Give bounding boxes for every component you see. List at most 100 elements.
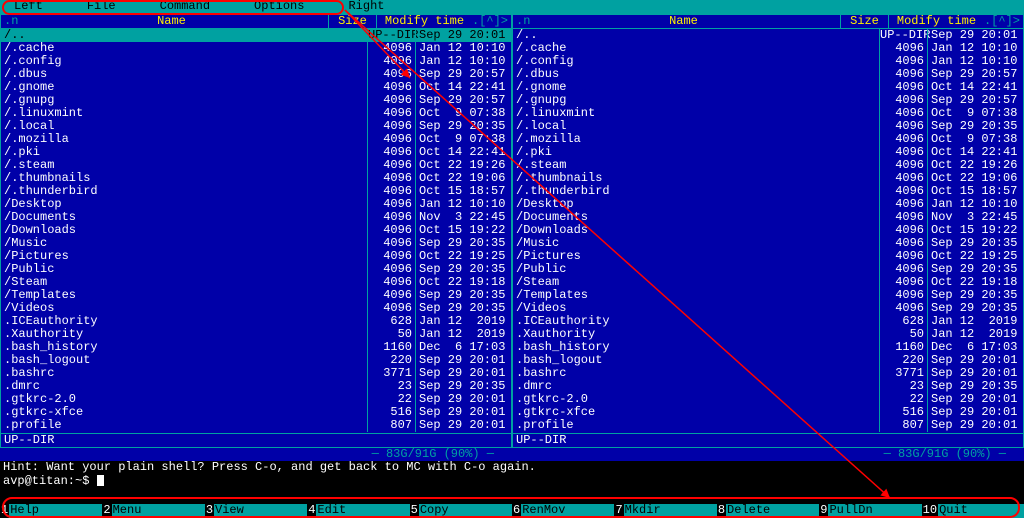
list-item[interactable]: .profile807Sep 29 20:01	[1, 419, 511, 432]
file-name: /Music	[513, 237, 879, 250]
file-name: /..	[513, 29, 879, 42]
file-name: /Pictures	[513, 250, 879, 263]
fkey-label: Quit	[938, 504, 968, 518]
file-name: /.thumbnails	[513, 172, 879, 185]
file-name: /.thumbnails	[1, 172, 367, 185]
file-name: /.gnome	[513, 81, 879, 94]
fkey-label: Menu	[112, 504, 142, 518]
file-name: /Desktop	[1, 198, 367, 211]
file-name: .bash_history	[513, 341, 879, 354]
file-name: .gtkrc-2.0	[1, 393, 367, 406]
file-name: /.pki	[1, 146, 367, 159]
header-corner[interactable]: .[^]>	[984, 15, 1023, 28]
header-name[interactable]: Name	[527, 15, 840, 28]
menu-file[interactable]: File	[87, 0, 116, 14]
file-name: /Downloads	[1, 224, 367, 237]
file-name: .ICEauthority	[513, 315, 879, 328]
file-name: /.mozilla	[513, 133, 879, 146]
fkey-label: Delete	[726, 504, 770, 518]
right-status: UP--DIR	[513, 433, 1023, 447]
file-mtime: Sep 29 20:01	[415, 419, 511, 432]
fkey-delete[interactable]: 8Delete	[717, 504, 819, 518]
fkey-num: 2	[102, 504, 111, 518]
file-name: /.linuxmint	[1, 107, 367, 120]
left-rows[interactable]: /..UP--DIRSep 29 20:01/.cache4096Jan 12 …	[1, 29, 511, 433]
header-name[interactable]: Name	[15, 15, 328, 28]
fkey-num: 7	[614, 504, 623, 518]
file-name: .gtkrc-2.0	[513, 393, 879, 406]
menu-options[interactable]: Options	[254, 0, 304, 14]
file-name: /.dbus	[513, 68, 879, 81]
file-name: /.gnupg	[1, 94, 367, 107]
file-size: 807	[879, 419, 927, 432]
shell-prompt[interactable]: avp@titan:~$	[0, 475, 1024, 489]
header-dotn: .n	[513, 15, 527, 28]
right-diskfree: ─ 83G/91G (90%) ─	[512, 448, 1024, 461]
file-name: .profile	[1, 419, 367, 432]
menu-command[interactable]: Command	[160, 0, 210, 14]
file-name: /Documents	[1, 211, 367, 224]
fkey-num: 4	[307, 504, 316, 518]
fkey-num: 10	[922, 504, 938, 518]
fkey-num: 5	[410, 504, 419, 518]
file-name: /.local	[1, 120, 367, 133]
left-pane: .nNameSizeModify time.[^]> /..UP--DIRSep…	[0, 14, 512, 461]
file-name: .Xauthority	[513, 328, 879, 341]
fkey-view[interactable]: 3View	[205, 504, 307, 518]
fkey-label: Copy	[419, 504, 449, 518]
header-dotn: .n	[1, 15, 15, 28]
file-name: /.config	[1, 55, 367, 68]
menubar: Left File Command Options Right	[0, 0, 1024, 14]
right-header: .nNameSizeModify time.[^]>	[513, 15, 1023, 29]
fkey-help[interactable]: 1Help	[0, 504, 102, 518]
file-name: /.cache	[513, 42, 879, 55]
file-name: /Templates	[513, 289, 879, 302]
file-name: .profile	[513, 419, 879, 432]
fkey-pulldn[interactable]: 9PullDn	[819, 504, 921, 518]
file-name: .Xauthority	[1, 328, 367, 341]
hint-line: Hint: Want your plain shell? Press C-o, …	[0, 461, 1024, 475]
file-name: .bash_logout	[1, 354, 367, 367]
fkey-quit[interactable]: 10Quit	[922, 504, 1024, 518]
file-name: /Public	[513, 263, 879, 276]
fkey-renmov[interactable]: 6RenMov	[512, 504, 614, 518]
file-name: /.steam	[513, 159, 879, 172]
cursor-icon	[97, 475, 104, 486]
header-mtime[interactable]: Modify time	[888, 15, 984, 28]
file-name: /Steam	[1, 276, 367, 289]
file-name: /.gnome	[1, 81, 367, 94]
file-name: .dmrc	[1, 380, 367, 393]
fkey-edit[interactable]: 4Edit	[307, 504, 409, 518]
file-name: /Desktop	[513, 198, 879, 211]
file-name: /.gnupg	[513, 94, 879, 107]
file-size: 807	[367, 419, 415, 432]
file-name: /Downloads	[513, 224, 879, 237]
menu-right[interactable]: Right	[348, 0, 384, 14]
file-name: .gtkrc-xfce	[513, 406, 879, 419]
file-name: /Public	[1, 263, 367, 276]
file-name: .bashrc	[1, 367, 367, 380]
file-name: /.config	[513, 55, 879, 68]
file-name: /Steam	[513, 276, 879, 289]
file-name: /.linuxmint	[513, 107, 879, 120]
right-rows[interactable]: /..UP--DIRSep 29 20:01/.cache4096Jan 12 …	[513, 29, 1023, 433]
file-name: /.thunderbird	[513, 185, 879, 198]
menu-left[interactable]: Left	[14, 0, 43, 14]
left-status: UP--DIR	[1, 433, 511, 447]
fkey-mkdir[interactable]: 7Mkdir	[614, 504, 716, 518]
header-size[interactable]: Size	[840, 15, 888, 28]
header-size[interactable]: Size	[328, 15, 376, 28]
file-name: .bash_history	[1, 341, 367, 354]
fkey-menu[interactable]: 2Menu	[102, 504, 204, 518]
file-name: /.dbus	[1, 68, 367, 81]
header-mtime[interactable]: Modify time	[376, 15, 472, 28]
list-item[interactable]: .profile807Sep 29 20:01	[513, 419, 1023, 432]
header-corner[interactable]: .[^]>	[472, 15, 511, 28]
file-name: /Templates	[1, 289, 367, 302]
right-pane: .nNameSizeModify time.[^]> /..UP--DIRSep…	[512, 14, 1024, 461]
file-name: /.mozilla	[1, 133, 367, 146]
file-name: /.cache	[1, 42, 367, 55]
file-name: /Documents	[513, 211, 879, 224]
fkey-label: PullDn	[828, 504, 872, 518]
fkey-copy[interactable]: 5Copy	[410, 504, 512, 518]
